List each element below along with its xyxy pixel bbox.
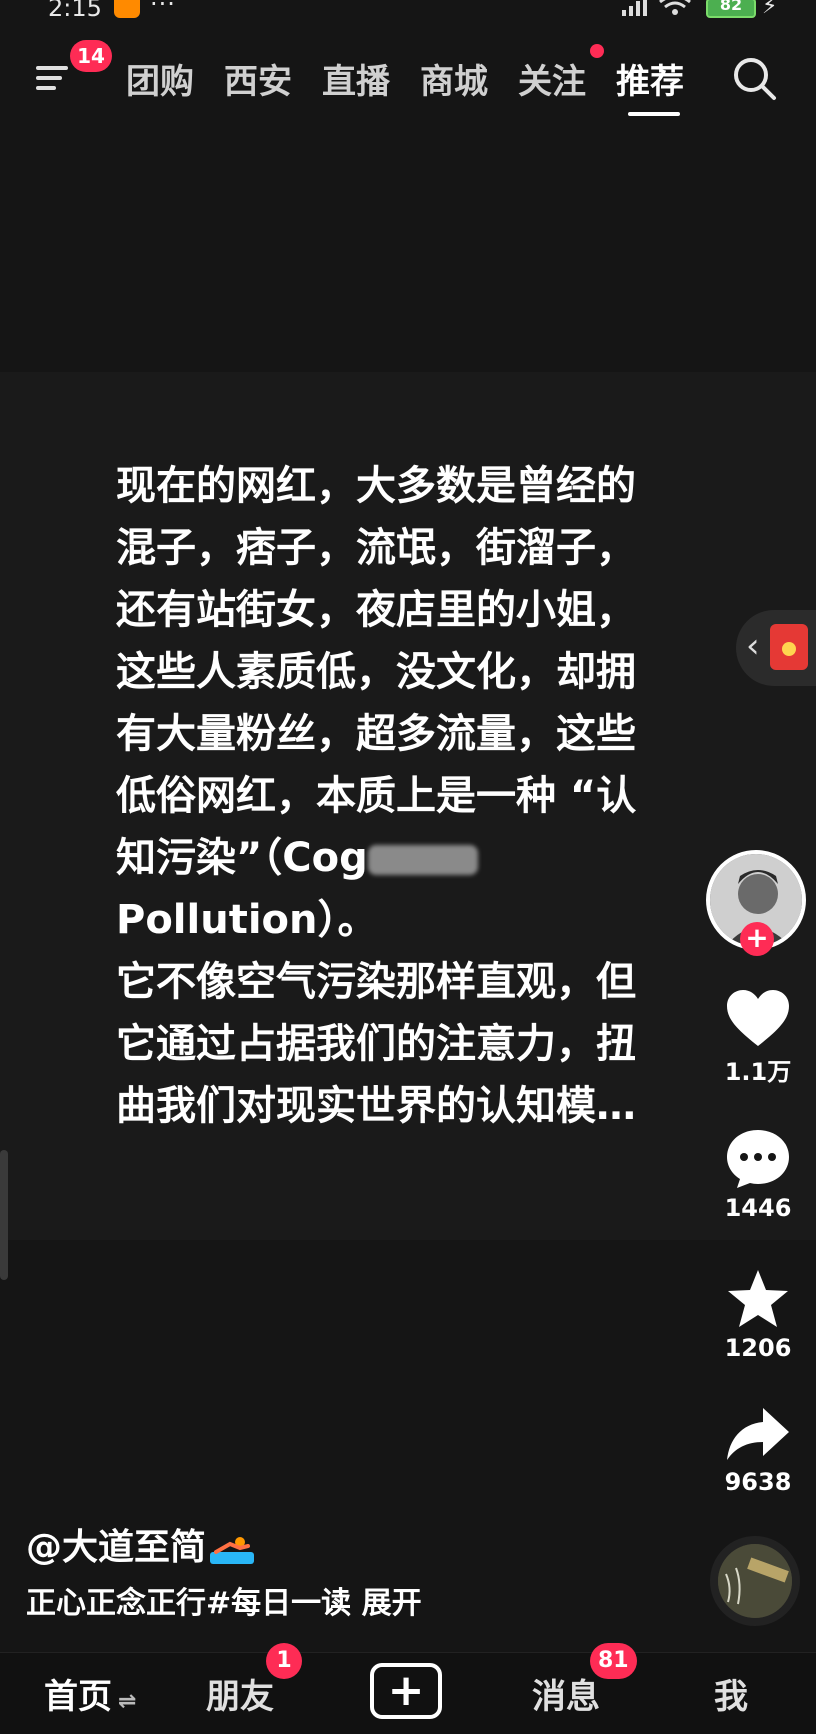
add-button[interactable]: + <box>370 1663 442 1719</box>
favorite-button[interactable]: 1206 <box>716 1268 800 1362</box>
author-name[interactable]: @大道至简 <box>26 1518 255 1570</box>
tab-xian[interactable]: 西安 <box>224 54 292 103</box>
share-arrow-icon <box>727 1408 789 1460</box>
video-text-line: 它通过占据我们的注意力，扭 <box>116 1021 636 1067</box>
share-button[interactable]: 9638 <box>716 1404 800 1496</box>
red-packet-icon <box>770 624 808 670</box>
author-name-text: @大道至简 <box>26 1527 207 1568</box>
signal-icon <box>622 0 647 16</box>
video-text-line: 这些人素质低，没文化，却拥 <box>116 649 636 695</box>
nav-home[interactable]: 首页 ⇌ <box>44 1669 136 1718</box>
wifi-icon <box>659 0 691 15</box>
friends-badge: 1 <box>266 1643 302 1679</box>
nav-me[interactable]: 我 <box>714 1669 748 1718</box>
video-text-line: 它不像空气污染那样直观，但 <box>116 959 636 1005</box>
video-text: 现在的网红，大多数是曾经的 混子，痞子，流氓，街溜子， 还有站街女，夜店里的小姐… <box>116 455 736 1137</box>
plus-icon: + <box>387 1665 425 1716</box>
like-button[interactable]: 1.1万 <box>716 988 800 1087</box>
nav-messages[interactable]: 消息 <box>532 1669 600 1718</box>
tab-live[interactable]: 直播 <box>322 54 390 103</box>
bottom-nav: 首页 ⇌ 朋友 1 + 消息 81 我 <box>0 1643 816 1734</box>
tab-mall[interactable]: 商城 <box>420 54 488 103</box>
comment-count: 1446 <box>724 1194 792 1222</box>
charging-icon: ⚡ <box>762 0 778 19</box>
video-text-line: Pollution）。 <box>116 897 378 943</box>
tab-following[interactable]: 关注 <box>518 54 586 103</box>
status-more-dots: ··· <box>150 0 176 18</box>
music-cover-icon <box>718 1544 792 1618</box>
video-text-fragment: 知污染”（Cog <box>116 835 368 881</box>
share-count: 9638 <box>724 1468 792 1496</box>
chevron-left-icon: ‹ <box>746 626 760 666</box>
star-icon <box>728 1270 788 1327</box>
battery-level: 82 <box>719 0 743 14</box>
menu-icon[interactable] <box>34 58 74 98</box>
active-tab-underline <box>628 112 680 116</box>
red-packet-tab[interactable]: ‹ <box>736 610 816 686</box>
status-bar: 2:15 ··· 82 ⚡ <box>0 0 816 22</box>
video-text-line: 还有站街女，夜店里的小姐， <box>116 587 636 633</box>
video-caption[interactable]: 正心正念正行#每日一读 展开 <box>26 1578 422 1622</box>
like-count: 1.1万 <box>724 1058 792 1086</box>
video-text-line: 混子，痞子，流氓，街溜子， <box>116 525 636 571</box>
comment-icon <box>727 1130 789 1188</box>
video-text-line-obscured: 知污染”（Cog <box>116 827 736 889</box>
tab-group-buy[interactable]: 团购 <box>126 54 194 103</box>
messages-badge: 81 <box>590 1643 637 1679</box>
music-disc[interactable] <box>710 1536 800 1626</box>
heart-icon <box>727 990 789 1046</box>
app-screen: 2:15 ··· 82 ⚡ 14 团购 西安 直播 商城 关注 推荐 现在的网红… <box>0 0 816 1734</box>
search-icon[interactable] <box>730 54 780 104</box>
scroll-indicator <box>0 1150 8 1280</box>
tab-recommended[interactable]: 推荐 <box>616 54 684 103</box>
top-nav: 14 团购 西安 直播 商城 关注 推荐 <box>0 40 816 120</box>
notification-app-icon <box>114 0 140 18</box>
blur-mask <box>367 845 478 875</box>
swap-icon: ⇌ <box>118 1689 137 1714</box>
following-dot <box>590 44 604 58</box>
nav-friends[interactable]: 朋友 <box>206 1669 274 1718</box>
favorite-count: 1206 <box>724 1334 792 1362</box>
battery-icon: 82 <box>706 0 756 18</box>
comment-button[interactable]: 1446 <box>716 1128 800 1222</box>
status-time: 2:15 <box>48 0 102 22</box>
video-text-line: 曲我们对现实世界的认知模… <box>116 1083 636 1129</box>
video-text-line: 低俗网红，本质上是一种 “认 <box>116 773 637 819</box>
swimmer-icon <box>210 1537 255 1564</box>
nav-home-label: 首页 <box>44 1677 112 1717</box>
video-text-line: 有大量粉丝，超多流量，这些 <box>116 711 636 757</box>
menu-badge: 14 <box>70 40 112 72</box>
follow-plus-button[interactable]: + <box>740 922 774 956</box>
video-text-line: 现在的网红，大多数是曾经的 <box>116 463 636 509</box>
